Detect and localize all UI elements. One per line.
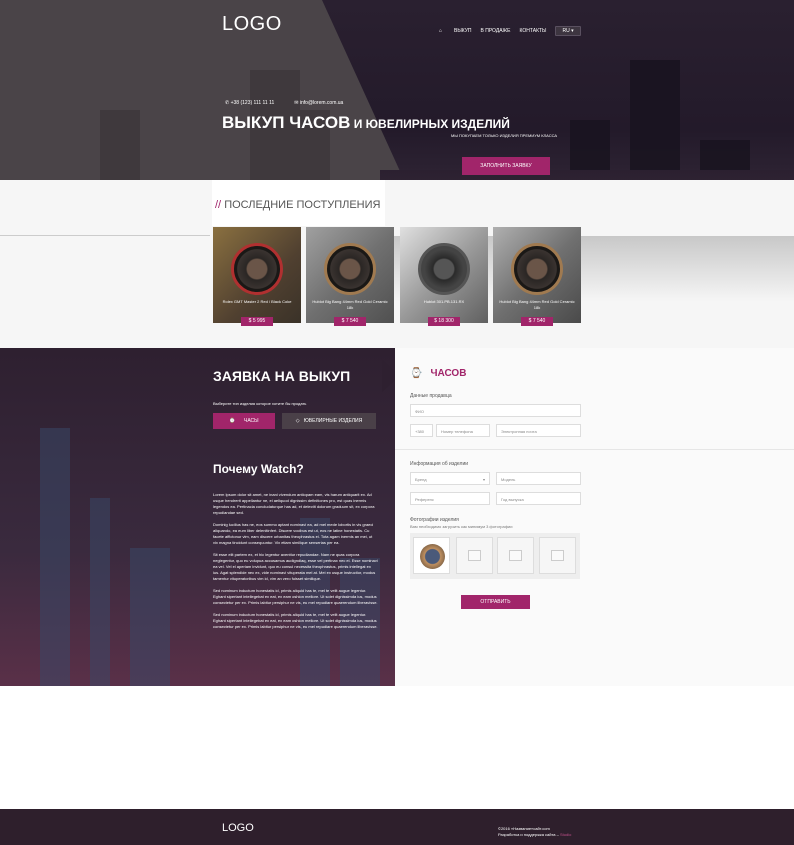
model-field[interactable]: Модель [496,472,581,485]
watch-image [511,243,563,295]
phone-number: +38 (123) 111 11 11 [230,100,275,106]
dev-link[interactable]: Studio [560,832,571,837]
nav-item-buyout[interactable]: ВЫКУП [454,28,472,34]
info-label: Информация об изделии [410,461,469,467]
product-price: $ 7 540 [334,317,366,326]
phone-field[interactable]: Номер телефона [436,424,490,437]
phone[interactable]: ✆ +38 (123) 111 11 11 [225,100,274,106]
product-card[interactable]: Hublot Big Bang 44mm Red Gold Ceramic 18… [493,227,581,326]
logo[interactable]: LOGO [222,13,282,36]
product-card[interactable]: Rolex GMT Master 2 Red / Black Coke $ 5 … [213,227,301,326]
name-field[interactable]: ФИО [410,404,581,417]
why-paragraph: Dominig lucilius has ne, eos summo aptan… [213,522,374,545]
image-placeholder-icon [551,550,564,561]
recent-title: // ПОСЛЕДНИЕ ПОСТУПЛЕНИЯ [212,180,385,226]
year-field[interactable]: Год выпуска [496,492,581,505]
home-icon[interactable]: ⌂ [439,28,445,34]
diamond-icon: ◇ [295,418,300,424]
language-select[interactable]: RU ▾ [555,26,581,36]
footer-copyright: ©2016 «Название»сайт.com Разработка и по… [498,826,571,838]
why-paragraph: Sit esse elit partem ex, et hic legentur… [213,552,378,581]
divider [395,449,794,450]
form-header: ⌚ ЧАСОВ [410,368,466,379]
photo-slot[interactable] [456,537,493,574]
chevron-down-icon: ▾ [482,477,485,482]
watch-icon: ⌚ [229,418,236,424]
photo-hint: Вам необходимо загрузить как минимум 3 ф… [410,524,513,529]
email-address: info@lorem.com.ua [299,100,344,106]
dev-text: Разработка и поддержка сайта – [498,832,559,837]
product-price: $ 5 995 [241,317,273,326]
photo-slot[interactable] [413,537,450,574]
hero-title-main: ВЫКУП ЧАСОВ [222,113,351,132]
photo-slot[interactable] [539,537,576,574]
photo-label: Фотографии изделия [410,517,459,523]
title-slashes: // [215,199,222,211]
main-nav: ⌂ ВЫКУП В ПРОДАЖЕ КОНТАКТЫ RU ▾ [439,26,581,36]
product-card[interactable]: Hublot 301.PB.131.RX $ 18 300 [400,227,488,326]
type-jewelry-button[interactable]: ◇ ЮВЕЛИРНЫЕ ИЗДЕЛИЯ [282,413,376,429]
watch-image [324,243,376,295]
fill-request-button[interactable]: ЗАПОЛНИТЬ ЗАЯВКУ [462,157,550,175]
type-label: ЮВЕЛИРНЫЕ ИЗДЕЛИЯ [303,418,363,424]
recent-title-text: ПОСЛЕДНИЕ ПОСТУПЛЕНИЯ [224,199,381,211]
product-price: $ 18 300 [428,317,460,326]
watch-image [418,243,470,295]
reference-field[interactable]: Референс [410,492,490,505]
brand-value: Бренд [415,477,427,482]
contacts: ✆ +38 (123) 111 11 11 ✉ info@lorem.com.u… [225,100,343,106]
nav-item-sale[interactable]: В ПРОДАЖЕ [481,28,511,34]
email[interactable]: ✉ info@lorem.com.ua [294,100,343,106]
footer-logo[interactable]: LOGO [222,822,254,834]
submit-button[interactable]: ОТПРАВИТЬ [461,595,530,609]
watch-icon: ⌚ [410,368,423,379]
form-title: ЧАСОВ [430,368,467,379]
product-name: Rolex GMT Master 2 Red / Black Coke [222,299,292,304]
product-name: Hublot 301.PB.131.RX [423,299,465,304]
image-placeholder-icon [509,550,522,561]
product-price: $ 7 540 [521,317,553,326]
product-name: Hublot Big Bang 44mm Red Gold Ceramic 18… [499,299,575,310]
why-paragraph: Sed nominum inductum honestatis id, prim… [213,612,378,629]
product-name: Hublot Big Bang 44mm Red Gold Ceramic 18… [312,299,388,310]
hero-title: ВЫКУП ЧАСОВ И ЮВЕЛИРНЫХ ИЗДЕЛИЙ [222,113,510,133]
email-field[interactable]: Электронная почта [496,424,581,437]
type-watches-button[interactable]: ⌚ ЧАСЫ [213,413,275,429]
apply-hint: Выберите тип изделия которое хотите бы п… [213,401,307,406]
phone-icon: ✆ [225,100,230,106]
contact-label: Данные продавца [410,393,452,399]
apply-title: ЗАЯВКА НА ВЫКУП [213,368,351,384]
watch-image [231,243,283,295]
brand-select[interactable]: Бренд ▾ [410,472,490,485]
language-value: RU [562,28,570,34]
footer [0,809,794,845]
image-placeholder-icon [468,550,481,561]
phone-code-field[interactable]: +380 [410,424,433,437]
type-label: ЧАСЫ [243,418,259,424]
divider [0,235,210,236]
nav-item-contacts[interactable]: КОНТАКТЫ [520,28,547,34]
why-title: Почему Watch? [213,462,304,476]
why-paragraph: Lorem Ipsum dolor sit amet, ne inani viv… [213,492,375,515]
mail-icon: ✉ [294,100,299,106]
why-text: Lorem Ipsum dolor sit amet, ne inani viv… [213,492,378,636]
photo-slot[interactable] [497,537,534,574]
why-paragraph: Sed nominum inductum honestatis id, prim… [213,588,378,605]
uploaded-photo [420,544,445,569]
hero-title-rest: И ЮВЕЛИРНЫХ ИЗДЕЛИЙ [350,117,510,131]
product-card[interactable]: Hublot Big Bang 44mm Red Gold Ceramic 18… [306,227,394,326]
hero-subtitle: МЫ ПОКУПАЕМ ТОЛЬКО ИЗДЕЛИЯ ПРЕМИУМ КЛАСС… [451,133,558,138]
